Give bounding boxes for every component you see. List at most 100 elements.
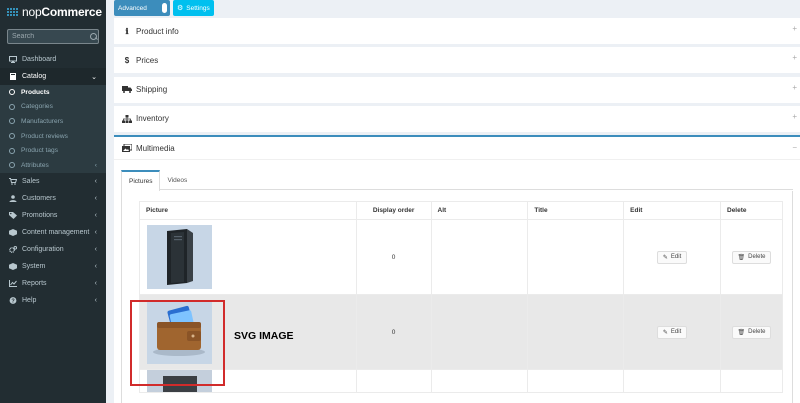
nav-content-management[interactable]: Content management ‹ — [0, 224, 106, 241]
product-thumbnail[interactable] — [147, 370, 212, 393]
nav-label: Configuration — [22, 245, 64, 253]
nav-promotions[interactable]: Promotions ‹ — [0, 207, 106, 224]
search-icon[interactable] — [90, 32, 97, 41]
pictures-tab-content: Picture Display order Alt Title Edit Del… — [121, 191, 793, 403]
panel-prices[interactable]: $ Prices + — [114, 47, 800, 74]
column-header-display-order[interactable]: Display order — [355, 201, 432, 221]
delete-label: Delete — [748, 329, 766, 336]
multimedia-body: Pictures Videos Picture Display order Al… — [114, 159, 800, 403]
nav-reports[interactable]: Reports ‹ — [0, 275, 106, 292]
title-cell — [527, 369, 625, 394]
delete-label: Delete — [748, 254, 766, 261]
column-header-alt[interactable]: Alt — [430, 201, 529, 221]
expand-icon[interactable]: + — [792, 24, 797, 33]
chevron-left-icon: ‹ — [94, 211, 97, 219]
advanced-label: Advanced — [118, 4, 147, 12]
nav-categories[interactable]: Categories — [0, 100, 106, 115]
nav-products[interactable]: Products — [0, 85, 106, 100]
edit-button[interactable]: ✎ Edit — [656, 250, 688, 264]
pictures-table: Picture Display order Alt Title Edit Del… — [139, 201, 783, 394]
table-row: 0 ✎ Edit 🗑 Delete — [139, 219, 783, 296]
table-header-row: Picture Display order Alt Title Edit Del… — [139, 201, 783, 221]
sidebar-search-input[interactable] — [12, 33, 90, 40]
nav-attributes[interactable]: Attributes ‹ — [0, 158, 106, 173]
nav-configuration[interactable]: Configuration ‹ — [0, 241, 106, 258]
delete-cell — [720, 369, 783, 394]
nav-label: Reports — [22, 279, 47, 287]
nav-label: Categories — [21, 103, 53, 111]
chevron-left-icon: ‹ — [94, 262, 97, 270]
chevron-down-icon: ⌄ — [91, 73, 97, 81]
trash-icon: 🗑 — [737, 329, 746, 336]
nav-help[interactable]: ? Help ‹ — [0, 292, 106, 309]
title-cell — [527, 219, 625, 296]
images-icon — [122, 144, 132, 153]
tag-icon — [9, 211, 17, 219]
column-header-title[interactable]: Title — [527, 201, 625, 221]
nav-dashboard[interactable]: Dashboard — [0, 51, 106, 68]
gear-icon: ⚙ — [177, 5, 184, 12]
alt-cell — [430, 294, 529, 371]
title-cell — [527, 294, 625, 371]
tab-videos[interactable]: Videos — [160, 170, 194, 190]
display-order-cell: 0 — [355, 219, 432, 296]
nav-catalog[interactable]: Catalog ⌄ — [0, 68, 106, 85]
picture-cell — [139, 369, 357, 394]
sidebar: nopCommerce Dashboard Catalog ⌄ Products… — [0, 0, 106, 403]
nav-customers[interactable]: Customers ‹ — [0, 190, 106, 207]
question-icon: ? — [9, 296, 17, 304]
settings-button[interactable]: ⚙ Settings — [173, 0, 214, 16]
advanced-toggle-button[interactable]: Advanced — [114, 0, 170, 16]
product-thumbnail-wallet[interactable] — [147, 300, 212, 365]
edit-button[interactable]: ✎ Edit — [656, 325, 688, 339]
logo[interactable]: nopCommerce — [0, 0, 106, 24]
truck-icon — [122, 86, 132, 94]
panel-product-info[interactable]: ℹ Product info + — [114, 18, 800, 44]
panel-shipping[interactable]: Shipping + — [114, 76, 800, 103]
chevron-left-icon: ‹ — [94, 161, 97, 169]
nav-label: Product tags — [21, 147, 59, 155]
alt-cell — [430, 369, 529, 394]
picture-cell — [139, 219, 357, 296]
panel-title: Inventory — [136, 114, 169, 124]
nav-sales[interactable]: Sales ‹ — [0, 173, 106, 190]
circle-icon — [9, 147, 15, 154]
nav-system[interactable]: System ‹ — [0, 258, 106, 275]
circle-icon — [9, 133, 15, 140]
nav-product-tags[interactable]: Product tags — [0, 143, 106, 158]
nav-label: Dashboard — [22, 56, 57, 63]
collapse-icon[interactable]: − — [792, 143, 797, 152]
sidebar-search[interactable] — [7, 29, 99, 44]
catalog-submenu: Products Categories Manufacturers Produc… — [0, 85, 106, 173]
panel-title: Prices — [136, 55, 159, 65]
column-header-picture[interactable]: Picture — [139, 201, 357, 221]
pencil-icon: ✎ — [662, 329, 668, 336]
trash-icon: 🗑 — [737, 254, 746, 261]
delete-button[interactable]: 🗑 Delete — [731, 250, 772, 264]
display-order-cell — [355, 369, 432, 394]
product-thumbnail-pc-tower[interactable] — [147, 225, 212, 290]
nav-manufacturers[interactable]: Manufacturers — [0, 114, 106, 129]
dollar-icon: $ — [124, 55, 130, 65]
edit-cell — [623, 369, 721, 394]
nav-label: Manufacturers — [21, 117, 64, 125]
alt-cell — [430, 219, 529, 296]
nav-label: Attributes — [21, 161, 49, 169]
panel-inventory[interactable]: Inventory + — [114, 105, 800, 132]
user-icon — [9, 194, 17, 202]
delete-button[interactable]: 🗑 Delete — [731, 325, 772, 339]
circle-icon — [9, 103, 15, 110]
nav-product-reviews[interactable]: Product reviews — [0, 129, 106, 144]
expand-icon[interactable]: + — [792, 83, 797, 92]
column-header-delete[interactable]: Delete — [720, 201, 783, 221]
panel-multimedia[interactable]: Multimedia − — [114, 135, 800, 160]
book-icon — [9, 73, 17, 80]
chevron-left-icon: ‹ — [94, 245, 97, 253]
table-row — [139, 369, 783, 394]
column-header-edit[interactable]: Edit — [623, 201, 721, 221]
expand-icon[interactable]: + — [792, 53, 797, 62]
expand-icon[interactable]: + — [792, 112, 797, 121]
tab-pictures[interactable]: Pictures — [121, 170, 161, 192]
info-icon: ℹ — [125, 26, 129, 36]
edit-label: Edit — [670, 254, 682, 261]
